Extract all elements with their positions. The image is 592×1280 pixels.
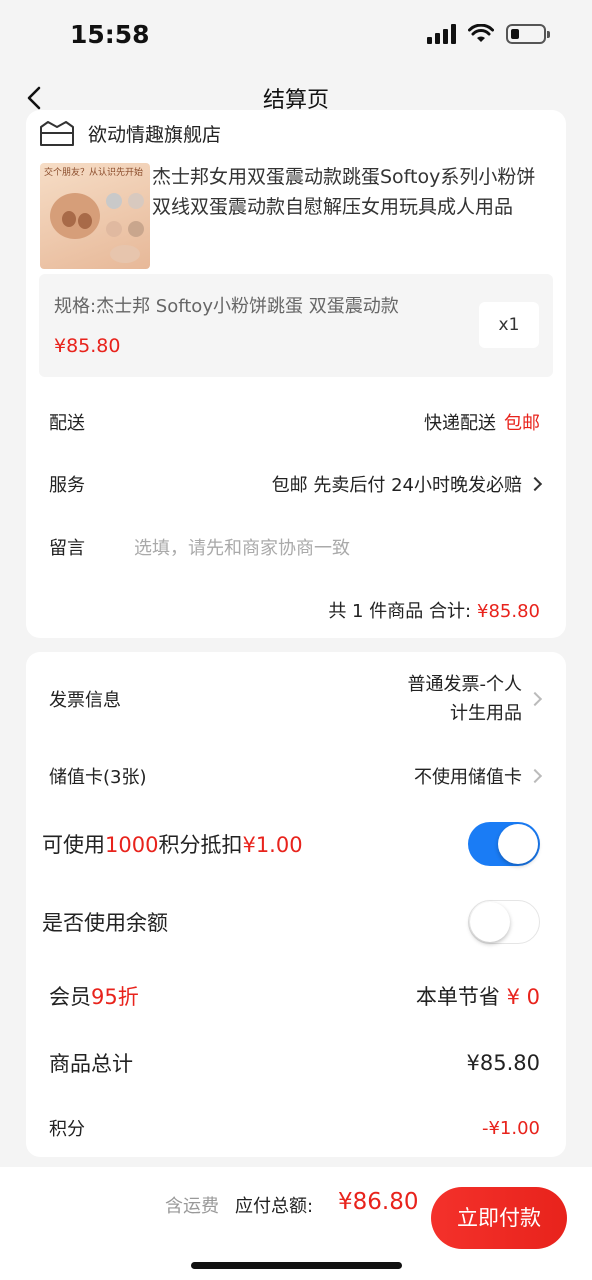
order-saving: 本单节省 ¥ 0: [415, 985, 540, 1009]
wifi-icon: [468, 24, 494, 42]
delivery-method: 快递配送: [424, 413, 496, 434]
product-spec: 规格:杰士邦 Softoy小粉饼跳蛋 双蛋震动款: [54, 296, 399, 317]
points-deduct-label: 可使用1000积分抵扣¥1.00: [42, 833, 303, 857]
service-value: 包邮 先卖后付 24小时晚发必赔: [271, 471, 543, 497]
service-text: 包邮 先卖后付 24小时晚发必赔: [271, 475, 522, 496]
shop-header[interactable]: 欲动情趣旗舰店: [38, 120, 221, 147]
order-count-text: 共 1 件商品 合计:: [328, 601, 472, 622]
service-row[interactable]: 服务 包邮 先卖后付 24小时晚发必赔: [49, 471, 543, 497]
stored-card-row[interactable]: 储值卡(3张) 不使用储值卡: [49, 763, 543, 789]
order-subtotal-amount: ¥85.80: [477, 601, 540, 622]
status-time: 15:58: [70, 20, 150, 49]
pay-now-button[interactable]: 立即付款: [431, 1187, 567, 1249]
stored-card-label: 储值卡(3张): [49, 767, 147, 788]
goods-total-label: 商品总计: [49, 1052, 133, 1076]
invoice-row[interactable]: 发票信息 普通发票-个人 计生用品: [49, 670, 543, 728]
free-shipping-tag: 包邮: [504, 413, 540, 434]
chevron-right-icon: [527, 476, 543, 492]
payable-label: 应付总额:: [235, 1196, 314, 1217]
cellular-signal-icon: [427, 24, 456, 44]
shipping-included-note: 含运费: [165, 1196, 219, 1217]
invoice-label: 发票信息: [49, 690, 121, 711]
goods-total-row: 商品总计 ¥85.80: [49, 1048, 540, 1078]
points-count: 1000: [105, 833, 159, 857]
chevron-right-icon: [527, 691, 543, 707]
balance-row: 是否使用余额: [42, 900, 540, 944]
service-label: 服务: [49, 475, 85, 496]
points-amount: -¥1.00: [481, 1117, 540, 1139]
home-indicator[interactable]: [191, 1262, 402, 1269]
stored-card-text: 不使用储值卡: [414, 767, 522, 788]
points-deduct-row: 可使用1000积分抵扣¥1.00: [42, 822, 540, 866]
delivery-value: 快递配送 包邮: [424, 409, 540, 435]
stored-card-value: 不使用储值卡: [414, 763, 543, 789]
store-icon: [40, 120, 74, 146]
invoice-value: 普通发票-个人 计生用品: [407, 670, 543, 728]
shop-name: 欲动情趣旗舰店: [88, 124, 222, 146]
member-row: 会员95折 本单节省 ¥ 0: [49, 981, 540, 1011]
spec-box: 规格:杰士邦 Softoy小粉饼跳蛋 双蛋震动款 ¥85.80 x1: [39, 274, 553, 377]
battery-level: [511, 29, 519, 39]
message-label: 留言: [49, 538, 85, 559]
payment-card: 发票信息 普通发票-个人 计生用品 储值卡(3张) 不使用储值卡 可使用1000…: [26, 652, 566, 1157]
product-price: ¥85.80: [54, 335, 121, 357]
order-saving-amount: ¥ 0: [506, 985, 540, 1009]
delivery-label: 配送: [49, 413, 85, 434]
payable-amount: ¥86.80: [338, 1189, 419, 1215]
checkout-bar: 含运费 应付总额: ¥86.80 立即付款: [0, 1167, 592, 1280]
points-deduct-amount: ¥1.00: [242, 833, 303, 857]
product-image[interactable]: 交个朋友？从认识先开始: [40, 163, 150, 269]
product-title[interactable]: 杰士邦女用双蛋震动款跳蛋Softoy系列小粉饼双线双蛋震动款自慰解压女用玩具成人…: [152, 162, 550, 222]
chevron-right-icon: [527, 768, 543, 784]
product-image-caption: 交个朋友？从认识先开始: [44, 168, 144, 178]
battery-icon: [506, 24, 550, 44]
points-label: 积分: [49, 1119, 85, 1140]
order-subtotal: 共 1 件商品 合计: ¥85.80: [328, 597, 540, 623]
invoice-content: 计生用品: [450, 703, 522, 724]
status-icons: [427, 24, 550, 44]
status-bar: 15:58: [0, 0, 592, 70]
balance-toggle[interactable]: [468, 900, 540, 944]
quantity-stepper[interactable]: x1: [479, 302, 539, 348]
points-row: 积分 -¥1.00: [49, 1115, 540, 1141]
goods-total-amount: ¥85.80: [466, 1051, 540, 1075]
invoice-type: 普通发票-个人: [407, 674, 523, 695]
points-deduct-toggle[interactable]: [468, 822, 540, 866]
order-card: 欲动情趣旗舰店 交个朋友？从认识先开始 杰士邦女用双蛋震动款跳蛋Softoy系列…: [26, 110, 566, 638]
balance-label: 是否使用余额: [42, 911, 168, 935]
delivery-row: 配送 快递配送 包邮: [49, 409, 540, 435]
member-discount: 会员95折: [49, 985, 139, 1009]
message-input[interactable]: 选填，请先和商家协商一致: [134, 534, 350, 560]
